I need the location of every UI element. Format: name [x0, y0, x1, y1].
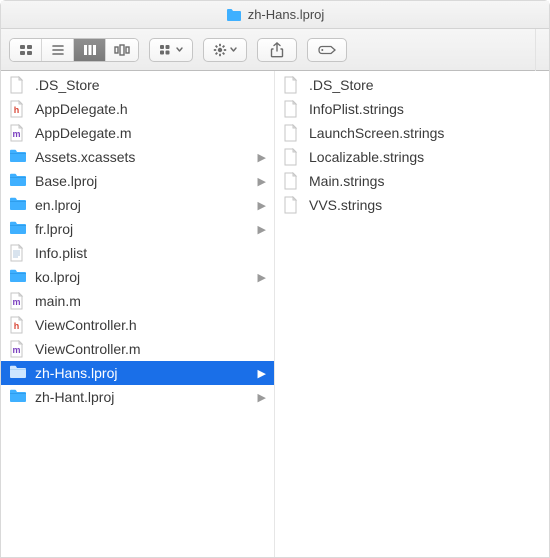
- chevron-right-icon: ▶: [258, 367, 266, 380]
- file-name: zh-Hans.lproj: [35, 365, 117, 381]
- file-name: LaunchScreen.strings: [309, 125, 444, 141]
- folder-icon: [226, 8, 242, 21]
- file-name: ko.lproj: [35, 269, 80, 285]
- file-name: Base.lproj: [35, 173, 97, 189]
- file-name: Main.strings: [309, 173, 384, 189]
- folder-icon: [9, 220, 27, 238]
- folder-icon: [9, 268, 27, 286]
- folder-icon: [9, 196, 27, 214]
- document-icon: m: [9, 340, 27, 358]
- file-name: Localizable.strings: [309, 149, 424, 165]
- list-item[interactable]: fr.lproj ▶: [1, 217, 274, 241]
- document-icon: [9, 76, 27, 94]
- file-name: ViewController.m: [35, 341, 141, 357]
- share-button[interactable]: [257, 38, 297, 62]
- column-browser: .DS_Store h AppDelegate.h m AppDelegate.…: [1, 71, 549, 557]
- chevron-right-icon: ▶: [258, 223, 266, 236]
- document-icon: [283, 196, 301, 214]
- finder-window: zh-Hans.lproj: [0, 0, 550, 558]
- list-item[interactable]: Localizable.strings: [275, 145, 549, 169]
- document-icon: h: [9, 316, 27, 334]
- action-button[interactable]: [203, 38, 247, 62]
- file-name: AppDelegate.h: [35, 101, 128, 117]
- folder-icon: [9, 364, 27, 382]
- file-name: InfoPlist.strings: [309, 101, 404, 117]
- chevron-right-icon: ▶: [258, 271, 266, 284]
- list-item[interactable]: zh-Hant.lproj ▶: [1, 385, 274, 409]
- file-name: zh-Hant.lproj: [35, 389, 114, 405]
- list-item[interactable]: ko.lproj ▶: [1, 265, 274, 289]
- document-icon: m: [9, 124, 27, 142]
- document-icon: [283, 124, 301, 142]
- list-item[interactable]: .DS_Store: [275, 73, 549, 97]
- folder-icon: [9, 148, 27, 166]
- document-icon: m: [9, 292, 27, 310]
- chevron-right-icon: ▶: [258, 175, 266, 188]
- document-icon: h: [9, 100, 27, 118]
- chevron-right-icon: ▶: [258, 151, 266, 164]
- view-column-button[interactable]: [74, 39, 106, 61]
- svg-text:h: h: [14, 105, 20, 115]
- chevron-right-icon: ▶: [258, 199, 266, 212]
- document-icon: [283, 148, 301, 166]
- list-item[interactable]: m AppDelegate.m: [1, 121, 274, 145]
- titlebar: zh-Hans.lproj: [1, 1, 549, 29]
- list-item[interactable]: en.lproj ▶: [1, 193, 274, 217]
- file-name: AppDelegate.m: [35, 125, 132, 141]
- folder-icon: [9, 388, 27, 406]
- document-icon: [283, 76, 301, 94]
- file-name: .DS_Store: [35, 77, 100, 93]
- folder-icon: [9, 172, 27, 190]
- document-icon: [283, 100, 301, 118]
- column-0[interactable]: .DS_Store h AppDelegate.h m AppDelegate.…: [1, 71, 275, 557]
- svg-text:m: m: [12, 345, 20, 355]
- share-icon: [270, 42, 284, 58]
- list-item[interactable]: m ViewController.m: [1, 337, 274, 361]
- file-name: ViewController.h: [35, 317, 137, 333]
- file-name: fr.lproj: [35, 221, 73, 237]
- view-icon-button[interactable]: [10, 39, 42, 61]
- gear-icon: [213, 43, 227, 57]
- list-item[interactable]: m main.m: [1, 289, 274, 313]
- list-item[interactable]: .DS_Store: [1, 73, 274, 97]
- file-name: Assets.xcassets: [35, 149, 135, 165]
- chevron-down-icon: [176, 47, 183, 52]
- column-1[interactable]: .DS_Store InfoPlist.strings LaunchScreen…: [275, 71, 549, 557]
- document-icon: [283, 172, 301, 190]
- document-icon: [9, 244, 27, 262]
- chevron-down-icon: [230, 47, 237, 52]
- file-name: en.lproj: [35, 197, 81, 213]
- list-item[interactable]: VVS.strings: [275, 193, 549, 217]
- toolbar-overflow: [535, 29, 549, 71]
- file-name: VVS.strings: [309, 197, 382, 213]
- window-title: zh-Hans.lproj: [248, 7, 325, 22]
- list-item[interactable]: Base.lproj ▶: [1, 169, 274, 193]
- list-item[interactable]: InfoPlist.strings: [275, 97, 549, 121]
- chevron-right-icon: ▶: [258, 391, 266, 404]
- view-list-button[interactable]: [42, 39, 74, 61]
- view-mode-group: [9, 38, 139, 62]
- file-name: Info.plist: [35, 245, 87, 261]
- list-item[interactable]: Main.strings: [275, 169, 549, 193]
- svg-text:h: h: [14, 321, 20, 331]
- svg-text:m: m: [12, 297, 20, 307]
- file-name: main.m: [35, 293, 81, 309]
- list-item[interactable]: Assets.xcassets ▶: [1, 145, 274, 169]
- svg-text:m: m: [12, 129, 20, 139]
- list-item[interactable]: Info.plist: [1, 241, 274, 265]
- view-gallery-button[interactable]: [106, 39, 138, 61]
- file-name: .DS_Store: [309, 77, 374, 93]
- tags-button[interactable]: [307, 38, 347, 62]
- list-item[interactable]: zh-Hans.lproj ▶: [1, 361, 274, 385]
- tag-icon: [317, 44, 337, 56]
- list-item[interactable]: h ViewController.h: [1, 313, 274, 337]
- arrange-button[interactable]: [149, 38, 193, 62]
- list-item[interactable]: h AppDelegate.h: [1, 97, 274, 121]
- list-item[interactable]: LaunchScreen.strings: [275, 121, 549, 145]
- toolbar: [1, 29, 549, 71]
